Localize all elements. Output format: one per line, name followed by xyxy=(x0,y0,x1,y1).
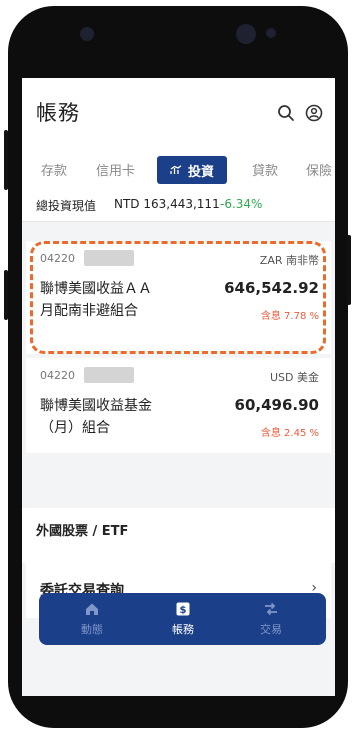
tab-deposits[interactable]: 存款 xyxy=(41,160,67,179)
nav-accounts[interactable]: $ 帳務 xyxy=(148,601,218,637)
side-button xyxy=(347,235,351,305)
currency: USD 美金 xyxy=(269,371,319,384)
nav-activity[interactable]: 動態 xyxy=(57,601,127,637)
tab-credit-card[interactable]: 信用卡 xyxy=(96,160,135,179)
nav-label: 交易 xyxy=(260,623,282,636)
home-icon xyxy=(86,603,98,615)
section-title: 外國股票 / ETF xyxy=(36,524,129,539)
investment-summary: 總投資現值 NTD 163,443,111 -6.34% xyxy=(22,188,335,222)
page-title: 帳務 xyxy=(36,101,80,125)
bottom-nav: 動態 $ 帳務 交易 xyxy=(39,593,326,645)
sensor-dot xyxy=(80,27,94,41)
summary-value: NTD 163,443,111 xyxy=(114,197,220,211)
tab-investment[interactable]: 投資 xyxy=(157,156,227,184)
app-header: 帳務 存款 信用卡 投資 貸款 保險 xyxy=(22,78,335,196)
tab-investment-label: 投資 xyxy=(187,164,214,180)
app-screen: 帳務 存款 信用卡 投資 貸款 保險 總投資現值 NTD 163,443,111 xyxy=(22,78,335,696)
nav-label: 動態 xyxy=(81,623,103,636)
dollar-icon: $ xyxy=(176,602,190,616)
svg-text:$: $ xyxy=(180,605,187,616)
holding-card[interactable]: 04220 USD 美金 聯博美國收益基金 （月）組合 60,496.90 含息… xyxy=(26,358,331,453)
section-header: 外國股票 / ETF xyxy=(22,508,335,563)
tab-loans[interactable]: 貸款 xyxy=(252,160,278,179)
holding-yield: 含息 2.45 % xyxy=(260,428,319,439)
tab-insurance[interactable]: 保險 xyxy=(306,160,332,179)
side-button xyxy=(4,270,8,320)
account-number: 04220 xyxy=(40,369,75,382)
side-button xyxy=(4,130,8,190)
highlight-outline xyxy=(30,241,326,354)
nav-label: 帳務 xyxy=(172,623,194,636)
swap-arrows-icon xyxy=(265,602,277,616)
nav-trade[interactable]: 交易 xyxy=(236,601,306,637)
holding-amount: 60,496.90 xyxy=(234,396,319,414)
masked-account xyxy=(84,367,134,383)
summary-change: -6.34% xyxy=(220,197,263,211)
chart-icon xyxy=(170,165,182,174)
search-icon[interactable] xyxy=(277,104,295,122)
front-camera xyxy=(236,24,256,44)
user-icon[interactable] xyxy=(305,104,323,122)
category-tabs: 存款 信用卡 投資 貸款 保險 xyxy=(22,156,335,188)
summary-label: 總投資現值 xyxy=(36,199,97,213)
fund-name: 聯博美國收益基金 （月）組合 xyxy=(40,398,152,436)
sensor-dot xyxy=(266,28,276,38)
